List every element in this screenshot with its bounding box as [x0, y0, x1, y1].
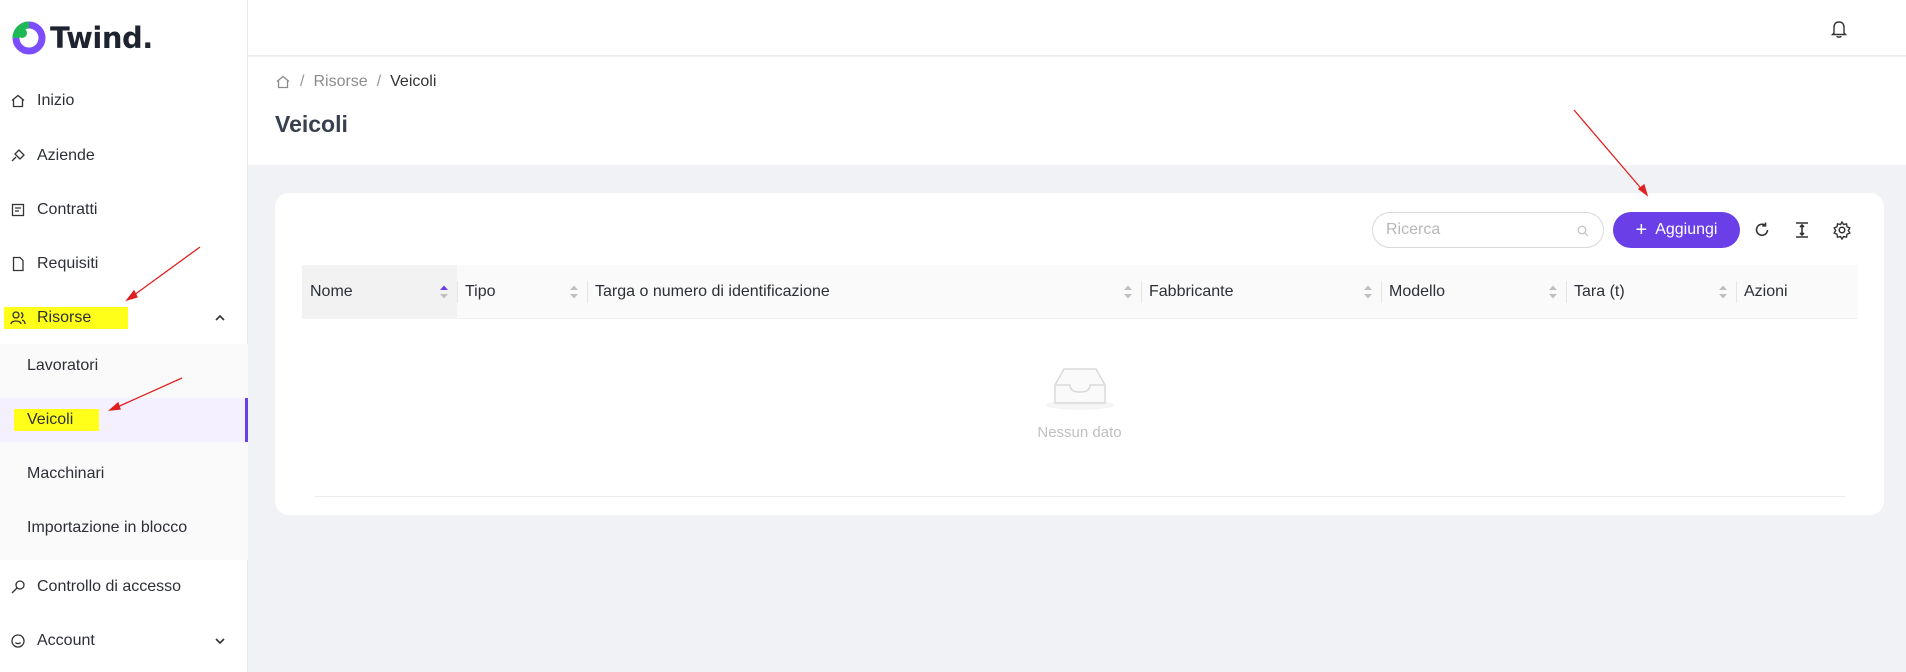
table-header: Nome Tipo Targa o numero di identificazi… — [302, 265, 1858, 319]
add-button-label: Aggiungi — [1655, 221, 1718, 238]
column-header-label: Nome — [310, 283, 353, 300]
sidebar-item-account[interactable]: Account — [0, 619, 248, 663]
sort-icon[interactable] — [569, 284, 579, 300]
column-header-label: Tipo — [465, 283, 496, 300]
column-height-icon[interactable] — [1792, 220, 1812, 240]
logo-text: Twind. — [50, 21, 153, 55]
smile-icon — [9, 632, 27, 650]
sidebar-subitem-veicoli[interactable]: Veicoli — [0, 398, 248, 442]
sidebar-subitem-label: Lavoratori — [27, 357, 99, 374]
users-icon — [9, 309, 27, 327]
sidebar-item-inizio[interactable]: Inizio — [0, 79, 248, 123]
plus-icon: + — [1635, 219, 1648, 241]
risorse-submenu: Lavoratori Veicoli Macchinari Importazio… — [0, 344, 248, 560]
inbox-icon — [1045, 368, 1114, 410]
breadcrumb: / Risorse / Veicoli — [275, 73, 436, 91]
page-title: Veicoli — [275, 111, 348, 137]
breadcrumb-separator: / — [300, 73, 305, 90]
breadcrumb-separator: / — [376, 73, 382, 90]
add-button[interactable]: + Aggiungi — [1613, 212, 1740, 248]
search-box[interactable] — [1372, 212, 1604, 248]
sidebar-item-label: Contratti — [37, 201, 98, 218]
sidebar-item-controllo-accesso[interactable]: Controllo di accesso — [0, 565, 248, 609]
chevron-down-icon — [215, 638, 225, 645]
reload-icon[interactable] — [1752, 220, 1772, 240]
divider — [315, 496, 1845, 497]
sort-icon[interactable] — [1123, 284, 1133, 300]
sidebar: Twind. Inizio Aziende Contratti Requisit… — [0, 0, 248, 672]
column-header-tipo[interactable]: Tipo — [457, 265, 587, 319]
sidebar-item-aziende[interactable]: Aziende — [0, 134, 248, 178]
sidebar-item-requisiti[interactable]: Requisiti — [0, 242, 248, 286]
key-icon — [9, 578, 27, 596]
sort-icon[interactable] — [439, 284, 449, 300]
column-header-nome[interactable]: Nome — [302, 265, 457, 319]
column-header-fabbricante[interactable]: Fabbricante — [1141, 265, 1381, 319]
sidebar-item-label: Inizio — [37, 92, 75, 109]
sidebar-item-label: Controllo di accesso — [37, 578, 182, 595]
chevron-up-icon — [215, 314, 225, 321]
table-card: + Aggiungi Nome Tipo Targa o numero di i… — [275, 193, 1884, 515]
column-header-label: Azioni — [1744, 283, 1788, 300]
breadcrumb-risorse[interactable]: Risorse — [313, 73, 367, 91]
sidebar-subitem-label: Importazione in blocco — [27, 519, 188, 536]
empty-state: Nessun dato — [275, 363, 1884, 441]
page-header: / Risorse / Veicoli Veicoli — [248, 57, 1906, 165]
sort-icon[interactable] — [1363, 284, 1373, 300]
search-input[interactable] — [1386, 221, 1566, 239]
home-icon — [9, 92, 27, 110]
settings-icon[interactable] — [1832, 220, 1852, 240]
contract-icon — [9, 201, 27, 219]
sidebar-subitem-macchinari[interactable]: Macchinari — [0, 452, 248, 496]
column-header-azioni: Azioni — [1736, 265, 1858, 319]
bell-icon[interactable] — [1830, 19, 1848, 39]
search-icon[interactable] — [1577, 225, 1589, 237]
column-header-targa[interactable]: Targa o numero di identificazione — [587, 265, 1141, 319]
sidebar-subitem-label: Macchinari — [27, 465, 105, 482]
home-icon[interactable] — [275, 74, 291, 90]
handshake-icon — [9, 147, 27, 165]
sidebar-subitem-importazione[interactable]: Importazione in blocco — [0, 506, 248, 550]
logo-icon — [12, 21, 46, 55]
document-icon — [9, 255, 27, 273]
column-header-label: Targa o numero di identificazione — [595, 283, 830, 300]
sort-icon[interactable] — [1548, 284, 1558, 300]
column-header-label: Modello — [1389, 283, 1446, 300]
sidebar-item-label: Account — [37, 632, 95, 649]
sidebar-item-risorse[interactable]: Risorse — [0, 296, 248, 340]
empty-text: Nessun dato — [1037, 424, 1122, 441]
sidebar-item-label: Risorse — [37, 309, 92, 326]
column-header-label: Fabbricante — [1149, 283, 1234, 300]
sidebar-item-contratti[interactable]: Contratti — [0, 188, 248, 232]
column-header-modello[interactable]: Modello — [1381, 265, 1566, 319]
sidebar-item-label: Requisiti — [37, 255, 99, 272]
twind-logo[interactable]: Twind. — [10, 20, 153, 56]
breadcrumb-current: Veicoli — [390, 73, 437, 90]
sidebar-item-label: Aziende — [37, 147, 95, 164]
column-header-label: Tara (t) — [1574, 283, 1625, 300]
column-header-tara[interactable]: Tara (t) — [1566, 265, 1736, 319]
sidebar-subitem-label: Veicoli — [27, 411, 74, 428]
sidebar-subitem-lavoratori[interactable]: Lavoratori — [0, 344, 248, 388]
sort-icon[interactable] — [1718, 284, 1728, 300]
topbar — [248, 0, 1906, 56]
